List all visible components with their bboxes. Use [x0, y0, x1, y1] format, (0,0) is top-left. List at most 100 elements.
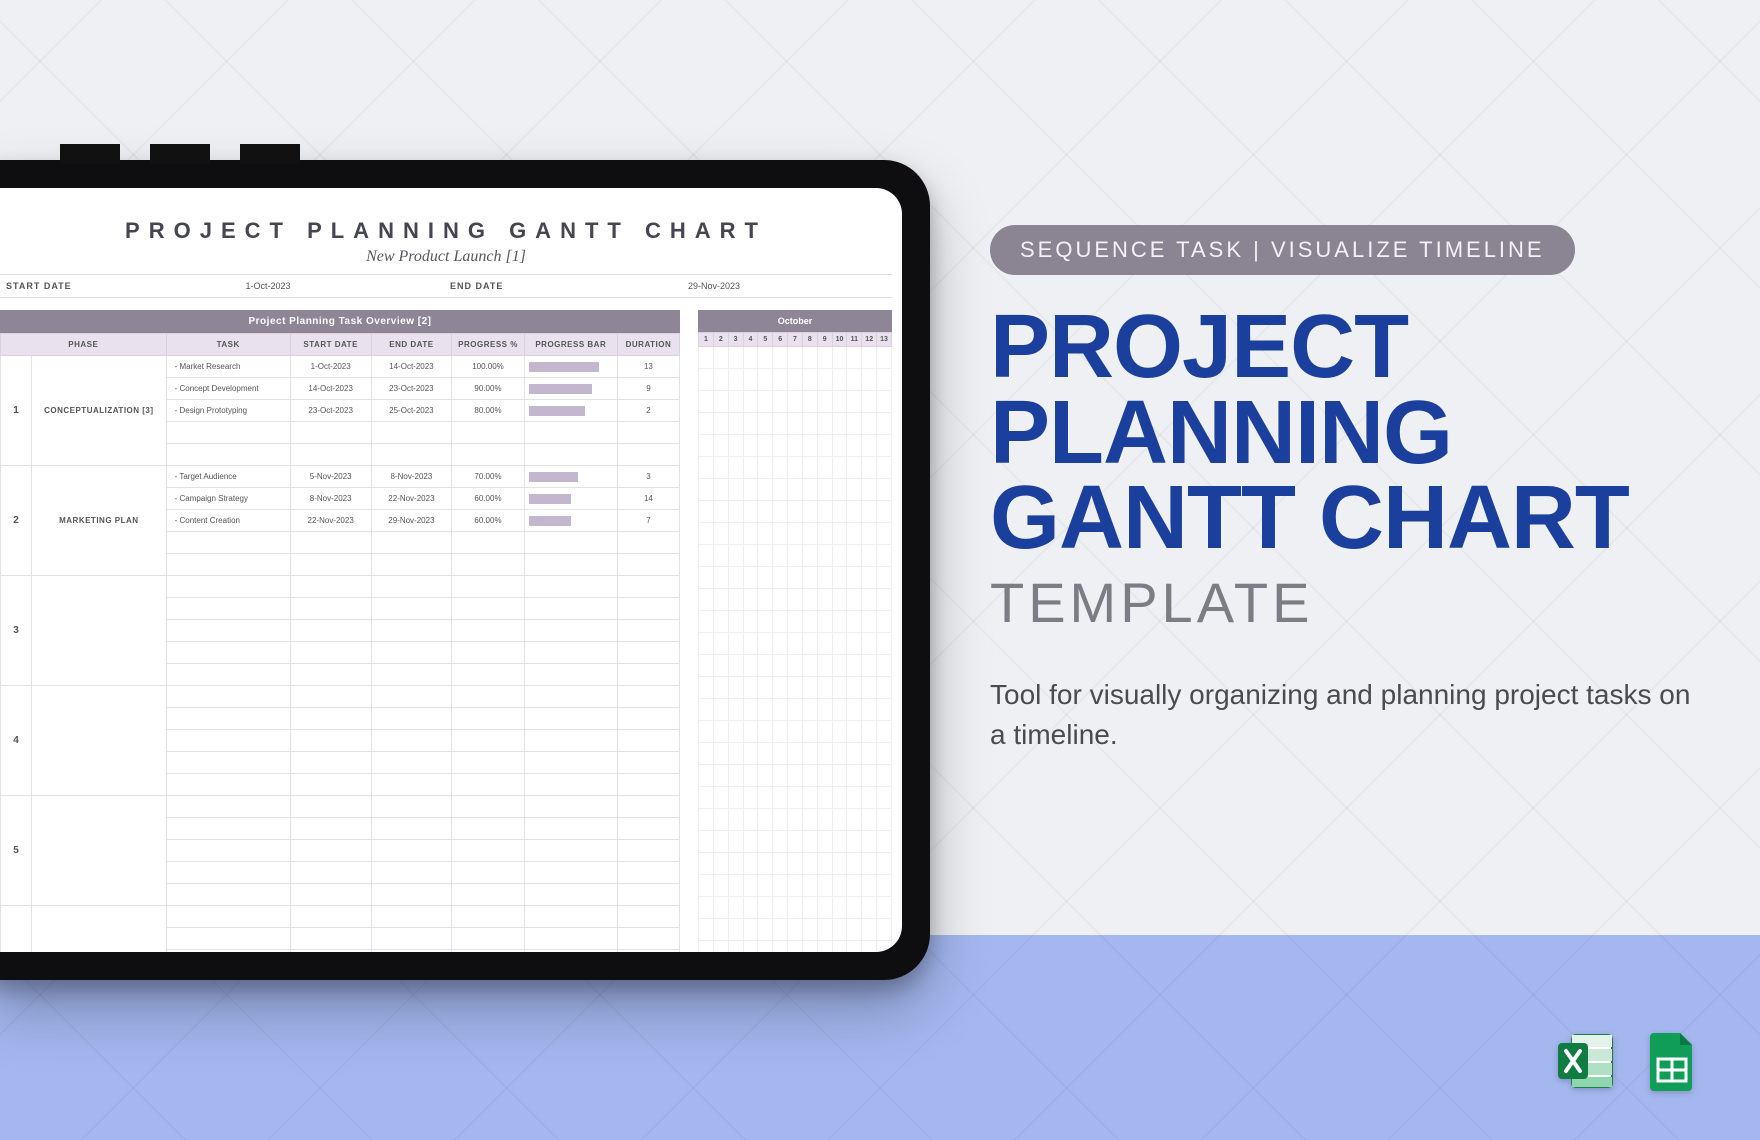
timeline-cell: [802, 435, 817, 457]
timeline-cell: [877, 831, 892, 853]
progress-bar-cell: [524, 488, 617, 510]
task-name: [166, 576, 290, 598]
timeline-cell: [877, 677, 892, 699]
timeline-cell: [773, 545, 788, 567]
task-start: 5-Nov-2023: [290, 466, 371, 488]
task-name: [166, 444, 290, 466]
timeline-cell: [788, 369, 803, 391]
timeline-cell: [877, 479, 892, 501]
timeline-cell: [832, 787, 847, 809]
timeline-cell: [832, 633, 847, 655]
timeline-cell: [773, 941, 788, 953]
timeline-row: [699, 721, 892, 743]
timeline-cell: [743, 919, 758, 941]
timeline-cell: [817, 677, 832, 699]
timeline-cell: [802, 699, 817, 721]
timeline-cell: [788, 897, 803, 919]
end-date-value: 29-Nov-2023: [536, 275, 892, 297]
timeline-cell: [847, 611, 862, 633]
timeline-cell: [699, 347, 714, 369]
task-name: [166, 598, 290, 620]
timeline-cell: [847, 853, 862, 875]
timeline-cell: [773, 369, 788, 391]
timeline-cell: [847, 941, 862, 953]
timeline-cell: [743, 765, 758, 787]
phase-name: CONCEPTUALIZATION [3]: [32, 356, 167, 466]
timeline-cell: [817, 545, 832, 567]
timeline-cell: [877, 743, 892, 765]
excel-icon: [1554, 1029, 1618, 1098]
timeline-cell: [713, 369, 728, 391]
timeline-cell: [862, 831, 877, 853]
task-end: [371, 532, 452, 554]
date-row: START DATE 1-Oct-2023 END DATE 29-Nov-20…: [0, 274, 892, 298]
timeline-cell: [802, 633, 817, 655]
timeline-cell: [817, 567, 832, 589]
timeline-cell: [699, 501, 714, 523]
timeline-cell: [743, 677, 758, 699]
timeline-cell: [773, 655, 788, 677]
timeline-cell: [788, 919, 803, 941]
task-start: [290, 422, 371, 444]
timeline-cell: [728, 919, 743, 941]
timeline-row: [699, 677, 892, 699]
timeline-cell: [758, 413, 773, 435]
timeline-cell: [713, 347, 728, 369]
timeline-day: 9: [817, 333, 832, 347]
timeline-cell: [817, 765, 832, 787]
task-progress: [452, 884, 524, 906]
timeline-cell: [802, 787, 817, 809]
timeline-cell: [773, 347, 788, 369]
timeline-cell: [788, 787, 803, 809]
timeline-cell: [758, 501, 773, 523]
timeline-cell: [699, 567, 714, 589]
col-end: END DATE: [371, 334, 452, 356]
timeline-cell: [877, 633, 892, 655]
timeline-cell: [728, 457, 743, 479]
timeline-day: 11: [847, 333, 862, 347]
promo-panel: SEQUENCE TASK | VISUALIZE TIMELINE PROJE…: [990, 225, 1730, 756]
timeline-cell: [699, 809, 714, 831]
progress-bar-cell: [524, 554, 617, 576]
progress-bar-cell: [524, 840, 617, 862]
timeline-cell: [758, 787, 773, 809]
timeline-cell: [788, 721, 803, 743]
timeline-cell: [713, 567, 728, 589]
timeline-cell: [802, 589, 817, 611]
progress-bar-cell: [524, 686, 617, 708]
title-line-1: PROJECT: [990, 305, 1730, 391]
timeline-cell: [847, 347, 862, 369]
timeline-cell: [802, 413, 817, 435]
timeline-cell: [728, 809, 743, 831]
timeline-cell: [773, 721, 788, 743]
timeline-cell: [758, 831, 773, 853]
timeline-cell: [728, 347, 743, 369]
timeline-day: 5: [758, 333, 773, 347]
timeline-cell: [699, 523, 714, 545]
timeline-cell: [699, 831, 714, 853]
task-progress: [452, 554, 524, 576]
timeline-cell: [758, 941, 773, 953]
timeline-cell: [728, 633, 743, 655]
task-name: [166, 642, 290, 664]
task-name: [166, 664, 290, 686]
timeline-cell: [773, 699, 788, 721]
task-end: [371, 840, 452, 862]
timeline-cell: [877, 787, 892, 809]
timeline-cell: [699, 611, 714, 633]
timeline-cell: [788, 831, 803, 853]
timeline-cell: [832, 501, 847, 523]
timeline-cell: [862, 699, 877, 721]
timeline-cell: [832, 347, 847, 369]
timeline-cell: [862, 567, 877, 589]
timeline-cell: [847, 655, 862, 677]
task-name: - Design Prototyping: [166, 400, 290, 422]
timeline-cell: [817, 479, 832, 501]
timeline-cell: [743, 589, 758, 611]
timeline-cell: [758, 853, 773, 875]
app-icons: [1554, 1029, 1704, 1098]
timeline-cell: [788, 523, 803, 545]
timeline-cell: [862, 545, 877, 567]
timeline-row: [699, 941, 892, 953]
task-start: [290, 884, 371, 906]
